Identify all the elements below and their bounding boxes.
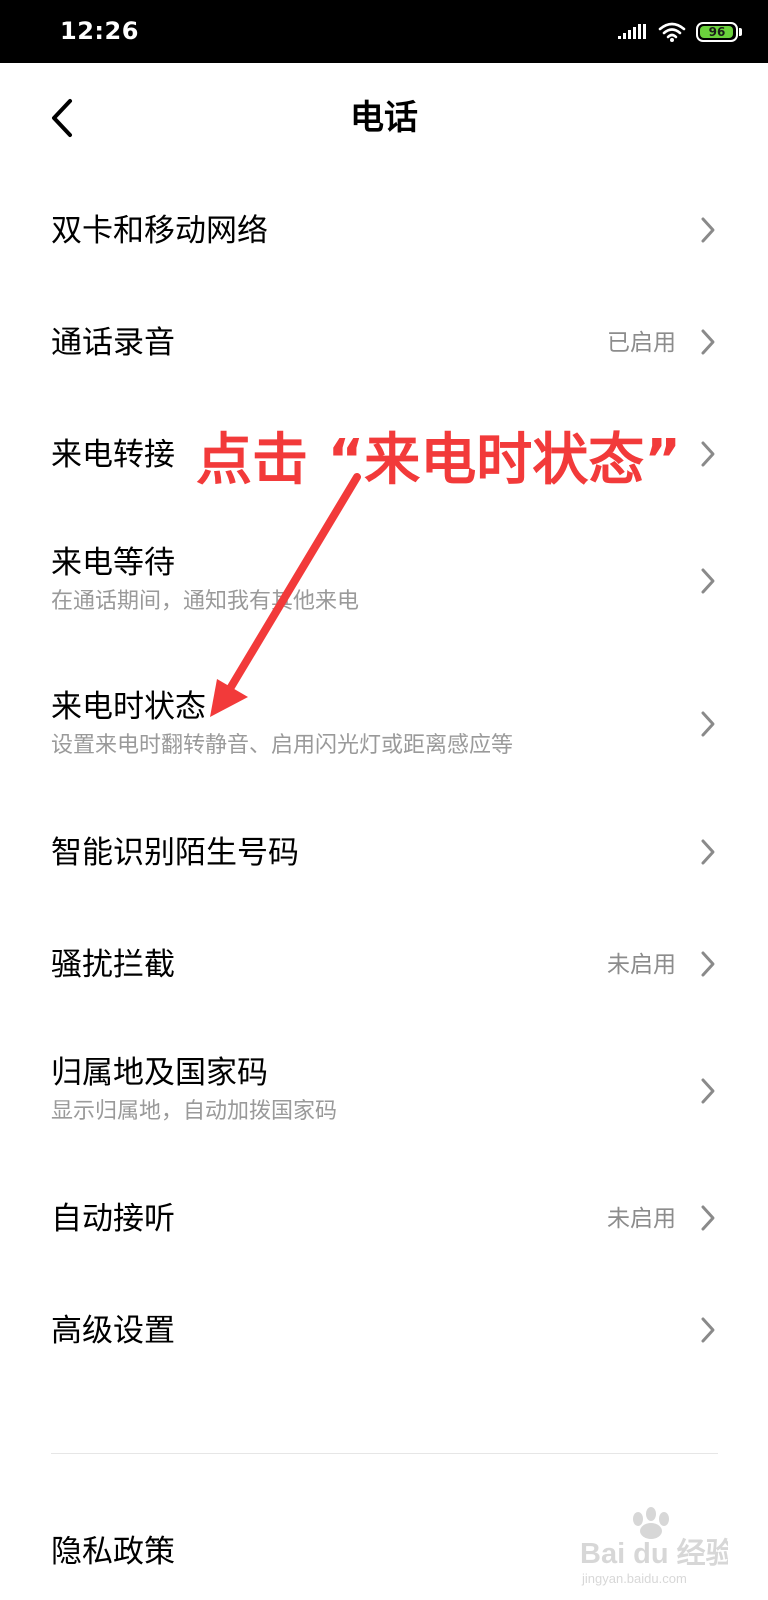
chevron-right-icon [701, 951, 715, 977]
settings-item-subtitle: 在通话期间，通知我有其他来电 [51, 589, 360, 614]
settings-item-title: 自动接听 [51, 1201, 175, 1237]
settings-item-subtitle: 显示归属地，自动加拨国家码 [51, 1099, 338, 1124]
settings-item-dual-sim[interactable]: 双卡和移动网络 [0, 175, 768, 287]
wifi-icon [658, 22, 686, 42]
baidu-jingyan-watermark: Bai du 经验 jingyan.baidu.com [580, 1507, 728, 1586]
settings-item-subtitle: 设置来电时翻转静音、启用闪光灯或距离感应等 [51, 733, 514, 758]
status-time: 12:26 [60, 17, 139, 45]
settings-item-title: 骚扰拦截 [51, 947, 175, 983]
settings-item-title: 隐私政策 [51, 1534, 175, 1570]
settings-item-unknown-number-id[interactable]: 智能识别陌生号码 [0, 797, 768, 909]
settings-item-title: 双卡和移动网络 [51, 213, 268, 249]
page-title: 电话 [350, 98, 418, 138]
signal-icon [618, 24, 646, 39]
chevron-right-icon [701, 441, 715, 467]
chevron-right-icon [701, 1078, 715, 1104]
settings-item-title: 来电等待 [51, 545, 175, 581]
settings-item-call-recording[interactable]: 通话录音 已启用 [0, 287, 768, 399]
settings-item-title: 通话录音 [51, 325, 175, 361]
status-icons: 96 [618, 18, 742, 46]
settings-item-value: 未启用 [607, 1206, 676, 1232]
battery-level: 96 [708, 25, 726, 39]
chevron-right-icon [701, 839, 715, 865]
status-bar: 12:26 96 [0, 0, 768, 63]
watermark-url: jingyan.baidu.com [581, 1571, 687, 1586]
title-bar: 电话 [0, 63, 768, 175]
watermark-brand: Bai du 经验 [580, 1536, 728, 1570]
settings-item-harassment-block[interactable]: 骚扰拦截 未启用 [0, 909, 768, 1021]
settings-item-value: 未启用 [607, 952, 676, 978]
chevron-right-icon [701, 1317, 715, 1343]
settings-item-caller-location[interactable]: 归属地及国家码 显示归属地，自动加拨国家码 [0, 1021, 768, 1161]
settings-item-value: 已启用 [607, 330, 676, 356]
annotation-text: 点击 “来电时状态” [196, 428, 682, 493]
chevron-right-icon [701, 329, 715, 355]
section-divider [51, 1453, 718, 1454]
chevron-right-icon [701, 568, 715, 594]
battery-icon: 96 [696, 22, 738, 42]
chevron-right-icon [701, 711, 715, 737]
settings-item-title: 来电时状态 [51, 689, 206, 725]
settings-item-advanced[interactable]: 高级设置 [0, 1273, 768, 1385]
chevron-right-icon [701, 217, 715, 243]
settings-item-title: 归属地及国家码 [51, 1055, 268, 1091]
settings-item-title: 智能识别陌生号码 [51, 835, 299, 871]
settings-item-auto-answer[interactable]: 自动接听 未启用 [0, 1161, 768, 1273]
chevron-right-icon [701, 1205, 715, 1231]
settings-item-title: 来电转接 [51, 437, 175, 473]
battery-tip [739, 28, 742, 36]
settings-item-title: 高级设置 [51, 1313, 175, 1349]
settings-item-call-waiting[interactable]: 来电等待 在通话期间，通知我有其他来电 [0, 511, 768, 651]
settings-item-incoming-call-state[interactable]: 来电时状态 设置来电时翻转静音、启用闪光灯或距离感应等 [0, 651, 768, 797]
